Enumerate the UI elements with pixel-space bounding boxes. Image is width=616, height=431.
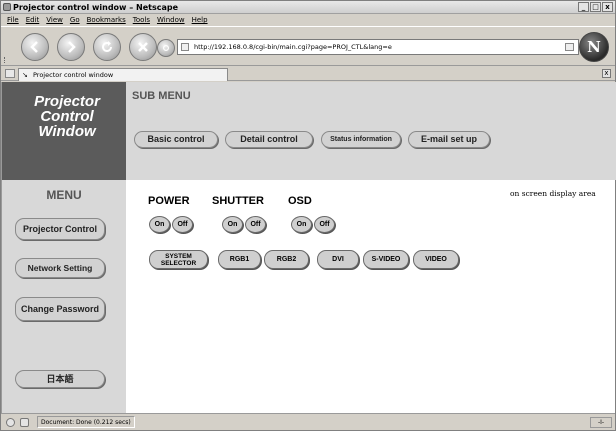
status-bar: Document: Done (0.212 secs) -I-: [1, 413, 615, 430]
source-system-selector-button[interactable]: SYSTEM SELECTOR: [149, 250, 208, 269]
app-icon: [3, 3, 11, 11]
maximize-button[interactable]: □: [590, 2, 601, 12]
back-button[interactable]: [21, 33, 49, 61]
tab-bar: ↘ Projector control window x: [1, 67, 615, 81]
power-off-button[interactable]: Off: [172, 216, 193, 233]
tab-projector-control[interactable]: ↘ Projector control window: [18, 68, 228, 81]
menu-tools[interactable]: Tools: [133, 14, 150, 26]
menu-edit[interactable]: Edit: [26, 14, 40, 26]
shutter-on-button[interactable]: On: [222, 216, 243, 233]
osd-label: OSD: [288, 195, 312, 207]
submenu-status-information-button[interactable]: Status information: [321, 131, 401, 148]
menu-go[interactable]: Go: [70, 14, 80, 26]
submenu-detail-control-button[interactable]: Detail control: [225, 131, 313, 148]
page-icon: [181, 43, 189, 51]
power-label: POWER: [148, 195, 190, 207]
menu-window[interactable]: Window: [157, 14, 185, 26]
menu-projector-control-button[interactable]: Projector Control: [15, 218, 105, 240]
stop-button[interactable]: [129, 33, 157, 61]
submenu-title: SUB MENU: [132, 90, 191, 102]
submenu-email-setup-button[interactable]: E-mail set up: [408, 131, 490, 148]
menu-japanese-button[interactable]: 日本語: [15, 370, 105, 388]
power-on-button[interactable]: On: [149, 216, 170, 233]
navigation-toolbar: http://192.168.0.8/cgi-bin/main.cgi?page…: [1, 26, 615, 66]
source-rgb1-button[interactable]: RGB1: [218, 250, 261, 269]
forward-button[interactable]: [57, 33, 85, 61]
logo-line-1: Projector: [34, 93, 100, 110]
status-online-icon: [20, 418, 29, 427]
shutter-label: SHUTTER: [212, 195, 264, 207]
menu-bookmarks[interactable]: Bookmarks: [87, 14, 126, 26]
osd-off-button[interactable]: Off: [314, 216, 335, 233]
status-security-icon: [6, 418, 15, 427]
go-icon[interactable]: [565, 43, 574, 51]
window-controls: _ □ x: [578, 2, 613, 12]
tab-page-icon: ↘: [22, 71, 28, 79]
source-s-video-button[interactable]: S-VIDEO: [363, 250, 409, 269]
left-pane: Projector Control Window MENU Projector …: [2, 82, 126, 413]
home-icon: [163, 45, 169, 51]
close-tab-button[interactable]: x: [602, 69, 611, 78]
address-bar[interactable]: http://192.168.0.8/cgi-bin/main.cgi?page…: [177, 39, 579, 55]
status-lock-indicator: -I-: [590, 417, 612, 428]
page-content: Projector Control Window MENU Projector …: [1, 82, 616, 413]
menu-view[interactable]: View: [46, 14, 63, 26]
new-tab-icon[interactable]: [5, 69, 15, 78]
submenu-panel: SUB MENU Basic control Detail control St…: [126, 82, 616, 180]
toolbar-grip[interactable]: [4, 57, 8, 63]
page-logo: Projector Control Window: [2, 82, 126, 180]
reload-icon: [102, 41, 112, 52]
menu-network-setting-button[interactable]: Network Setting: [15, 258, 105, 278]
close-button[interactable]: x: [602, 2, 613, 12]
forward-arrow-icon: [68, 41, 76, 53]
back-arrow-icon: [30, 41, 38, 53]
menu-title: MENU: [46, 188, 82, 202]
minimize-button[interactable]: _: [578, 2, 589, 12]
home-button[interactable]: [157, 39, 175, 57]
stop-icon: [138, 42, 148, 52]
menu-change-password-button[interactable]: Change Password: [15, 297, 105, 321]
source-dvi-button[interactable]: DVI: [317, 250, 359, 269]
browser-window: Projector control window – Netscape _ □ …: [0, 0, 616, 431]
submenu-basic-control-button[interactable]: Basic control: [134, 131, 218, 148]
menu-bar: File Edit View Go Bookmarks Tools Window…: [1, 14, 615, 26]
logo-line-2: Control: [40, 108, 94, 125]
menu-help[interactable]: Help: [192, 14, 208, 26]
reload-button[interactable]: [93, 33, 121, 61]
status-text: Document: Done (0.212 secs): [37, 416, 135, 428]
menu-file[interactable]: File: [7, 14, 19, 26]
on-screen-display-area: on screen display area: [510, 189, 596, 198]
osd-on-button[interactable]: On: [291, 216, 312, 233]
address-text: http://192.168.0.8/cgi-bin/main.cgi?page…: [194, 43, 392, 51]
source-video-button[interactable]: VIDEO: [413, 250, 459, 269]
title-bar: Projector control window – Netscape _ □ …: [1, 1, 615, 14]
shutter-off-button[interactable]: Off: [245, 216, 266, 233]
source-rgb2-button[interactable]: RGB2: [264, 250, 309, 269]
tab-label: Projector control window: [33, 71, 114, 79]
logo-line-3: Window: [38, 123, 96, 140]
window-title: Projector control window – Netscape: [13, 3, 179, 12]
netscape-logo[interactable]: N: [579, 32, 609, 62]
